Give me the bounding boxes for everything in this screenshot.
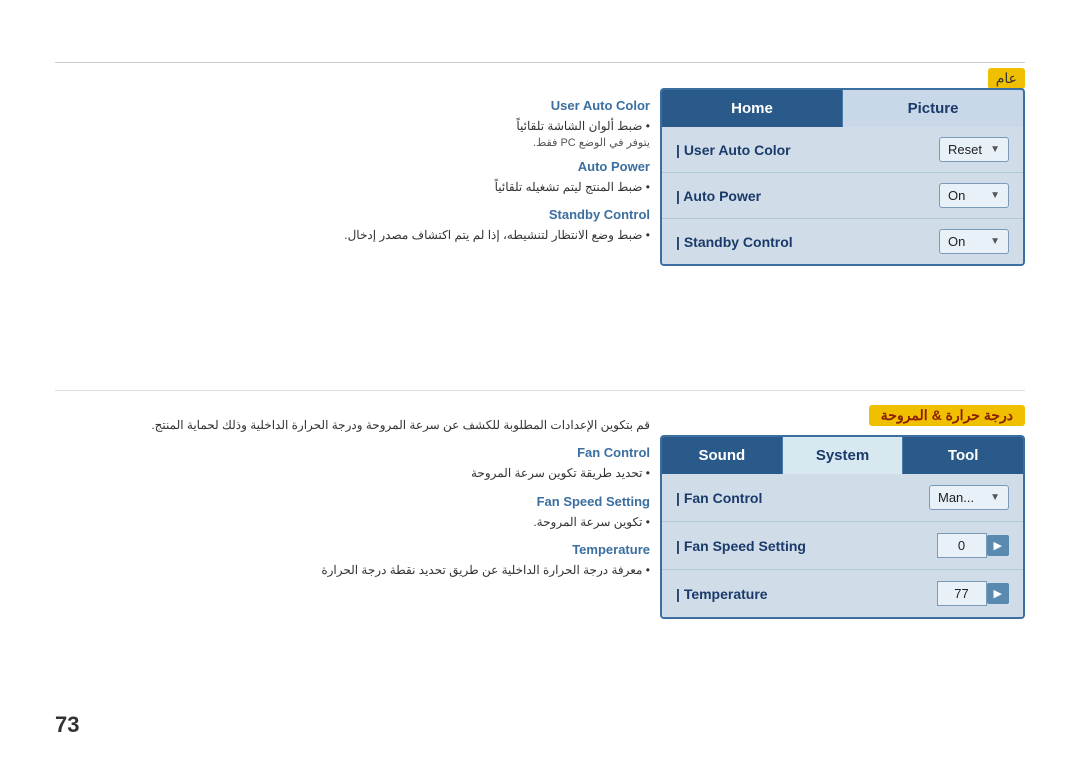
fan-speed-label: Fan Speed Setting <box>676 538 806 554</box>
bullet-icon: • <box>642 563 650 577</box>
fan-control-body: تحديد طريقة تكوين سرعة المروحة <box>471 466 642 480</box>
auto-power-control[interactable]: On ▼ <box>939 183 1009 208</box>
tab-picture[interactable]: Picture <box>843 90 1023 127</box>
fan-control-control[interactable]: Man... ▼ <box>929 485 1009 510</box>
auto-power-heading: Auto Power <box>55 159 650 174</box>
bullet-icon: • <box>642 180 650 194</box>
chevron-down-icon: ▼ <box>990 236 1000 247</box>
temperature-arrow-right[interactable]: ▶ <box>987 583 1009 604</box>
table-row: Auto Power On ▼ <box>662 173 1023 219</box>
chevron-down-icon: ▼ <box>990 492 1000 503</box>
fan-speed-arrow-right[interactable]: ▶ <box>987 535 1009 556</box>
bullet-icon: • <box>642 119 650 133</box>
section-label-bottom: درجة حرارة & المروحة <box>869 405 1025 426</box>
bottom-intro: قم بتكوين الإعدادات المطلوبة للكشف عن سر… <box>55 415 650 435</box>
user-auto-color-label: User Auto Color <box>676 142 791 158</box>
temperature-heading: Temperature <box>55 542 650 557</box>
panel-top: Home Picture User Auto Color Reset ▼ Aut… <box>660 88 1025 266</box>
section-divider <box>55 390 1025 391</box>
chevron-down-icon: ▼ <box>990 144 1000 155</box>
user-auto-color-dropdown[interactable]: Reset ▼ <box>939 137 1009 162</box>
fan-speed-value: 0 <box>937 533 987 558</box>
table-row: Standby Control On ▼ <box>662 219 1023 264</box>
fan-control-heading: Fan Control <box>55 445 650 460</box>
standby-control-label: Standby Control <box>676 234 793 250</box>
top-divider <box>55 62 1025 63</box>
panel-bottom-rows: Fan Control Man... ▼ Fan Speed Setting 0… <box>662 474 1023 617</box>
temperature-control[interactable]: 77 ▶ <box>937 581 1009 606</box>
fan-speed-body: تكوين سرعة المروحة. <box>533 515 642 529</box>
auto-power-dropdown[interactable]: On ▼ <box>939 183 1009 208</box>
table-row: Fan Control Man... ▼ <box>662 474 1023 522</box>
standby-control-heading: Standby Control <box>55 207 650 222</box>
bullet-icon: • <box>642 466 650 480</box>
standby-control-control[interactable]: On ▼ <box>939 229 1009 254</box>
text-section-bottom: قم بتكوين الإعدادات المطلوبة للكشف عن سر… <box>55 415 650 580</box>
user-auto-color-heading: User Auto Color <box>55 98 650 113</box>
fan-control-dropdown[interactable]: Man... ▼ <box>929 485 1009 510</box>
bullet-icon: • <box>642 515 650 529</box>
fan-speed-heading: Fan Speed Setting <box>55 494 650 509</box>
table-row: Temperature 77 ▶ <box>662 570 1023 617</box>
tab-system[interactable]: System <box>783 437 904 474</box>
bullet-icon: • <box>642 228 650 242</box>
standby-control-dropdown[interactable]: On ▼ <box>939 229 1009 254</box>
tab-sound[interactable]: Sound <box>662 437 783 474</box>
temperature-label: Temperature <box>676 586 768 602</box>
fan-control-label: Fan Control <box>676 490 762 506</box>
table-row: User Auto Color Reset ▼ <box>662 127 1023 173</box>
standby-control-body: ضبط وضع الانتظار لتنشيطه، إذا لم يتم اكت… <box>344 228 642 242</box>
auto-power-body: ضبط المنتج ليتم تشغيله تلقائياً <box>495 180 643 194</box>
page-number: 73 <box>55 712 79 738</box>
panel-top-tabs: Home Picture <box>662 90 1023 127</box>
fan-speed-control[interactable]: 0 ▶ <box>937 533 1009 558</box>
user-auto-color-control[interactable]: Reset ▼ <box>939 137 1009 162</box>
panel-bottom-tabs: Sound System Tool <box>662 437 1023 474</box>
text-section-top: User Auto Color • ضبط ألوان الشاشة تلقائ… <box>55 88 650 246</box>
temperature-body: معرفة درجة الحرارة الداخلية عن طريق تحدي… <box>321 563 642 577</box>
panel-top-rows: User Auto Color Reset ▼ Auto Power On ▼ … <box>662 127 1023 264</box>
user-auto-color-sub: يتوفر في الوضع PC فقط. <box>55 136 650 149</box>
chevron-down-icon: ▼ <box>990 190 1000 201</box>
table-row: Fan Speed Setting 0 ▶ <box>662 522 1023 570</box>
user-auto-color-body: ضبط ألوان الشاشة تلقائياً <box>516 119 642 133</box>
auto-power-label: Auto Power <box>676 188 761 204</box>
section-label-top: عام <box>988 68 1025 89</box>
temperature-value: 77 <box>937 581 987 606</box>
tab-home[interactable]: Home <box>662 90 843 127</box>
panel-bottom: Sound System Tool Fan Control Man... ▼ F… <box>660 435 1025 619</box>
tab-tool[interactable]: Tool <box>903 437 1023 474</box>
